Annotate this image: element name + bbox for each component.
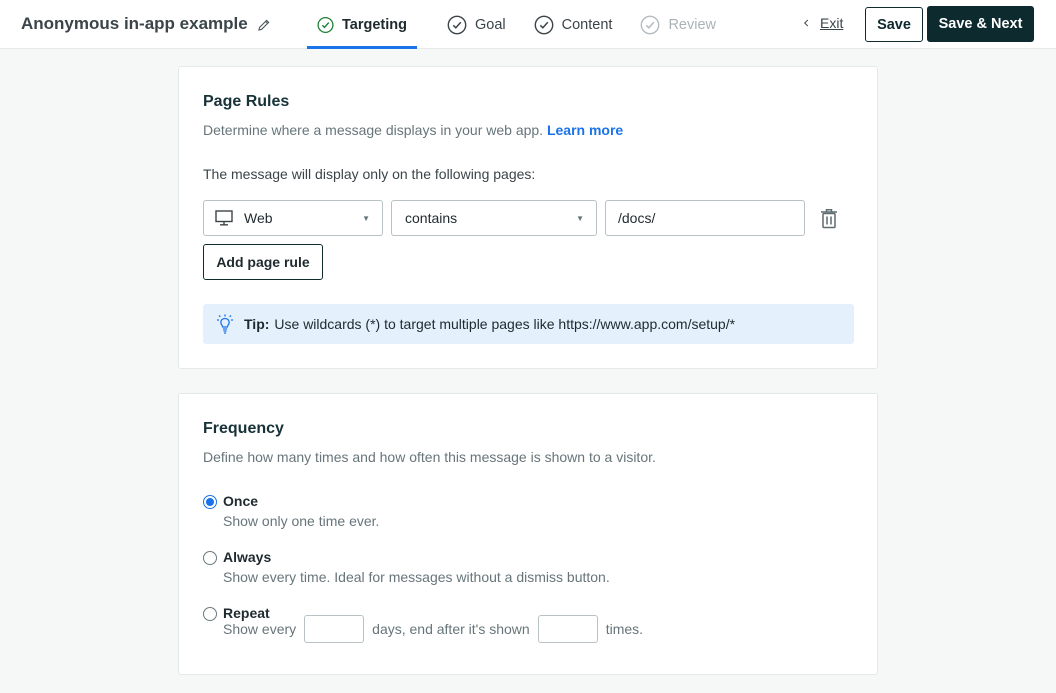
- caret-down-icon: ▼: [362, 214, 370, 223]
- tab-label: Goal: [475, 16, 506, 33]
- display-note: The message will display only on the fol…: [203, 166, 536, 182]
- check-circle-icon: [534, 15, 554, 34]
- page-url-input[interactable]: [605, 200, 805, 236]
- tip-label: Tip:: [244, 316, 270, 332]
- tab-goal[interactable]: Goal: [437, 0, 516, 49]
- campaign-title-text: Anonymous in-app example: [21, 14, 248, 33]
- tip-banner: Tip: Use wildcards (*) to target multipl…: [203, 304, 854, 344]
- repeat-suffix: times.: [605, 621, 644, 637]
- exit-label: Exit: [820, 15, 844, 31]
- once-radio[interactable]: [203, 495, 217, 509]
- repeat-times-input[interactable]: [537, 615, 598, 643]
- step-nav: Targeting Goal Content Review: [307, 0, 726, 49]
- option-label: Always: [223, 549, 272, 565]
- platform-select[interactable]: Web ▼: [203, 200, 383, 236]
- platform-value: Web: [244, 210, 273, 226]
- add-page-rule-button[interactable]: Add page rule: [203, 244, 323, 280]
- tab-review: Review: [630, 0, 726, 49]
- tab-label: Targeting: [342, 16, 407, 33]
- save-and-next-button[interactable]: Save & Next: [927, 6, 1034, 42]
- caret-down-icon: ▼: [576, 214, 584, 223]
- page-rules-description: Determine where a message displays in yo…: [203, 122, 623, 138]
- option-description: Show every time. Ideal for messages with…: [223, 569, 610, 585]
- repeat-middle: days, end after it's shown: [372, 621, 530, 637]
- top-bar: Anonymous in-app example Targeting Goal …: [0, 0, 1056, 49]
- frequency-card: Frequency Define how many times and how …: [178, 393, 878, 675]
- lightbulb-icon: [217, 314, 233, 334]
- trash-icon[interactable]: [820, 208, 838, 229]
- monitor-icon: [215, 210, 233, 226]
- page-rules-title: Page Rules: [203, 93, 290, 110]
- page-rules-card: Page Rules Determine where a message dis…: [178, 66, 878, 369]
- exit-link[interactable]: Exit: [803, 15, 843, 31]
- match-type-value: contains: [405, 210, 458, 226]
- tab-targeting[interactable]: Targeting: [307, 0, 417, 49]
- learn-more-link[interactable]: Learn more: [547, 122, 623, 138]
- campaign-title: Anonymous in-app example: [21, 14, 271, 34]
- tab-content[interactable]: Content: [524, 0, 623, 49]
- chevron-left-icon: [803, 15, 810, 31]
- pencil-icon[interactable]: [257, 17, 271, 31]
- repeat-prefix: Show every: [223, 621, 297, 637]
- check-circle-icon: [641, 15, 660, 34]
- frequency-title: Frequency: [203, 420, 284, 437]
- repeat-settings: Show every days, end after it's shown ti…: [223, 615, 643, 643]
- tab-label: Content: [561, 16, 613, 33]
- match-type-select[interactable]: contains ▼: [391, 200, 597, 236]
- option-label: Once: [223, 493, 259, 509]
- check-circle-icon: [447, 15, 467, 34]
- repeat-days-input[interactable]: [304, 615, 365, 643]
- option-description: Show only one time ever.: [223, 513, 380, 529]
- page-rules-description-text: Determine where a message displays in yo…: [203, 122, 544, 138]
- tip-text: Use wildcards (*) to target multiple pag…: [274, 316, 736, 332]
- frequency-description: Define how many times and how often this…: [203, 449, 656, 465]
- repeat-radio[interactable]: [203, 607, 217, 621]
- check-circle-icon: [317, 16, 334, 33]
- always-radio[interactable]: [203, 551, 217, 565]
- tab-label: Review: [668, 16, 716, 33]
- save-button[interactable]: Save: [865, 7, 923, 42]
